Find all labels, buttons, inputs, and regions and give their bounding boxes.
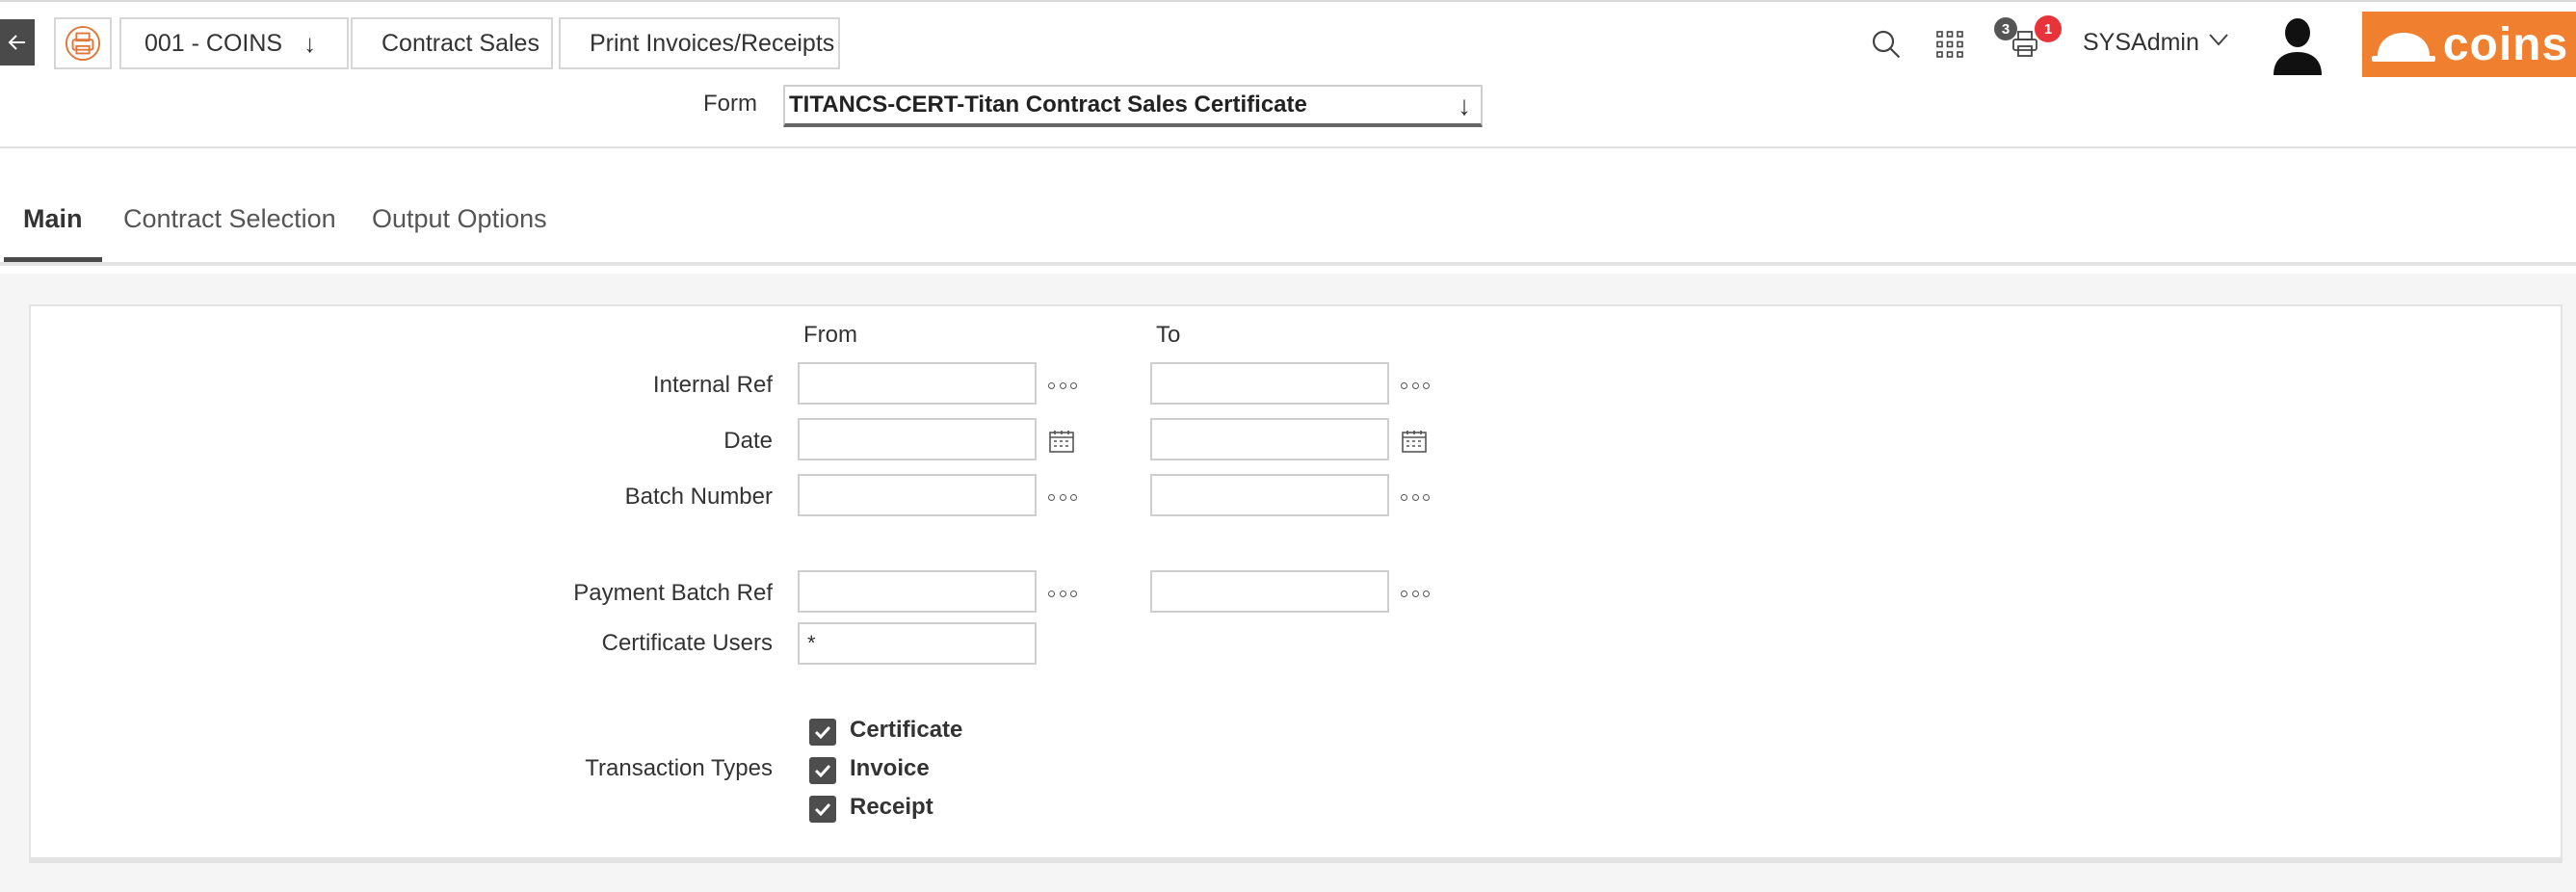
user-avatar[interactable] xyxy=(2266,13,2329,77)
search-button[interactable] xyxy=(1867,25,1906,64)
tab-main[interactable]: Main xyxy=(4,204,102,262)
breadcrumb-module-label: Contract Sales xyxy=(381,29,539,57)
tab-contract-selection[interactable]: Contract Selection xyxy=(123,204,336,257)
checkmark-icon xyxy=(814,725,831,740)
back-button[interactable] xyxy=(0,19,35,66)
user-silhouette-icon xyxy=(2274,18,2322,75)
divider xyxy=(0,146,2576,148)
certificate-users-label: Certificate Users xyxy=(601,630,773,656)
arrow-left-icon xyxy=(8,35,25,50)
payment-batch-ref-to-input[interactable] xyxy=(1150,570,1389,613)
chevron-down-icon[interactable] xyxy=(2206,27,2231,59)
form-select-value: TITANCS-CERT-Titan Contract Sales Certif… xyxy=(789,92,1307,118)
internal-ref-from-lookup[interactable] xyxy=(1048,380,1077,391)
certificate-checkbox-label[interactable]: Certificate xyxy=(850,717,962,744)
top-header: 001 - COINS ↓ Contract Sales Print Invoi… xyxy=(0,0,2576,85)
breadcrumb-company-label: 001 - COINS xyxy=(145,29,283,57)
invoice-checkbox[interactable] xyxy=(809,757,836,784)
breadcrumb-home[interactable] xyxy=(54,17,112,69)
printer-icon xyxy=(65,25,101,62)
column-header-from: From xyxy=(803,322,857,348)
calendar-icon[interactable] xyxy=(1049,430,1074,453)
payment-batch-ref-label: Payment Batch Ref xyxy=(573,580,773,606)
batch-number-to-input[interactable] xyxy=(1150,474,1389,516)
user-menu-label[interactable]: SYSAdmin xyxy=(2083,29,2199,57)
logo-text: coins xyxy=(2442,18,2569,70)
grid-icon xyxy=(1936,31,1963,58)
certificate-checkbox[interactable] xyxy=(809,719,836,746)
form-select[interactable]: TITANCS-CERT-Titan Contract Sales Certif… xyxy=(783,85,1483,127)
checkmark-icon xyxy=(814,802,831,817)
payment-batch-ref-from-input[interactable] xyxy=(798,570,1037,613)
payment-batch-ref-to-lookup[interactable] xyxy=(1401,588,1430,599)
form-label: Form xyxy=(703,91,757,117)
batch-number-to-lookup[interactable] xyxy=(1401,491,1430,503)
batch-number-from-lookup[interactable] xyxy=(1048,491,1077,503)
breadcrumb-module[interactable]: Contract Sales xyxy=(351,17,553,69)
batch-number-label: Batch Number xyxy=(624,484,773,510)
queue-count-badge: 3 xyxy=(1994,17,2017,40)
invoice-checkbox-label[interactable]: Invoice xyxy=(850,755,930,782)
chevron-down-icon: ↓ xyxy=(1458,91,1471,120)
internal-ref-to-lookup[interactable] xyxy=(1401,380,1430,391)
alert-count-badge: 1 xyxy=(2035,15,2062,42)
internal-ref-label: Internal Ref xyxy=(652,372,773,398)
internal-ref-to-input[interactable] xyxy=(1150,362,1389,405)
internal-ref-from-input[interactable] xyxy=(798,362,1037,405)
coins-logo: coins xyxy=(2362,12,2576,77)
hardhat-icon xyxy=(2371,33,2435,62)
payment-batch-ref-from-lookup[interactable] xyxy=(1048,588,1077,599)
date-to-input[interactable] xyxy=(1150,418,1389,460)
certificate-users-input[interactable] xyxy=(798,622,1037,665)
tab-output-options[interactable]: Output Options xyxy=(372,204,547,257)
breadcrumb-company[interactable]: 001 - COINS ↓ xyxy=(119,17,349,69)
breadcrumb-page[interactable]: Print Invoices/Receipts xyxy=(559,17,840,69)
calendar-icon[interactable] xyxy=(1402,430,1427,453)
search-icon xyxy=(1872,30,1901,59)
transaction-types-label: Transaction Types xyxy=(585,755,773,781)
tab-bar: Main Contract Selection Output Options xyxy=(0,189,2576,266)
breadcrumb-page-label: Print Invoices/Receipts xyxy=(590,29,835,57)
date-label: Date xyxy=(723,428,773,454)
batch-number-from-input[interactable] xyxy=(798,474,1037,516)
apps-button[interactable] xyxy=(1931,25,1969,64)
receipt-checkbox[interactable] xyxy=(809,796,836,823)
chevron-down-icon: ↓ xyxy=(303,28,317,58)
checkmark-icon xyxy=(814,764,831,778)
receipt-checkbox-label[interactable]: Receipt xyxy=(850,794,933,821)
column-header-to: To xyxy=(1156,322,1181,348)
date-from-input[interactable] xyxy=(798,418,1037,460)
